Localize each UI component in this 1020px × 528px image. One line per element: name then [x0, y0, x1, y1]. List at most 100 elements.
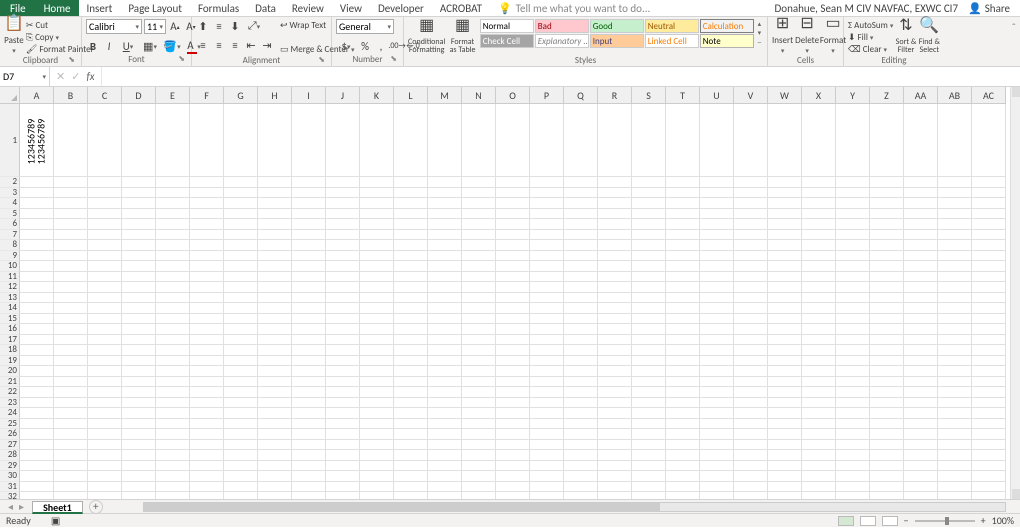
- cell[interactable]: [734, 408, 768, 419]
- style-calculation[interactable]: Calculation: [700, 19, 754, 33]
- cell[interactable]: [88, 429, 122, 440]
- cell[interactable]: [870, 198, 904, 209]
- column-header[interactable]: W: [768, 87, 802, 104]
- cell[interactable]: [394, 104, 428, 177]
- cell[interactable]: [768, 251, 802, 262]
- cell[interactable]: [972, 177, 1006, 188]
- cell[interactable]: [768, 408, 802, 419]
- cell[interactable]: [122, 272, 156, 283]
- cell[interactable]: [292, 482, 326, 493]
- cell[interactable]: [496, 450, 530, 461]
- cell[interactable]: [428, 408, 462, 419]
- tab-formulas[interactable]: Formulas: [190, 0, 247, 16]
- cell[interactable]: [394, 293, 428, 304]
- cell[interactable]: [598, 272, 632, 283]
- cell[interactable]: [54, 188, 88, 199]
- cell[interactable]: [292, 461, 326, 472]
- cell[interactable]: [428, 240, 462, 251]
- format-cells-button[interactable]: ▭ Format▾: [821, 19, 845, 55]
- cell[interactable]: [666, 209, 700, 220]
- cell[interactable]: [54, 440, 88, 451]
- align-middle-button[interactable]: ≡: [212, 19, 226, 33]
- cell[interactable]: [258, 104, 292, 177]
- cell[interactable]: [632, 314, 666, 325]
- cell[interactable]: [904, 209, 938, 220]
- decrease-indent-button[interactable]: ⇤: [244, 38, 258, 52]
- column-header[interactable]: V: [734, 87, 768, 104]
- cell[interactable]: [122, 251, 156, 262]
- cell[interactable]: [394, 398, 428, 409]
- cell[interactable]: [632, 345, 666, 356]
- cell[interactable]: [258, 492, 292, 499]
- cell[interactable]: [496, 272, 530, 283]
- cell[interactable]: [292, 471, 326, 482]
- cell[interactable]: [768, 398, 802, 409]
- cell[interactable]: [938, 251, 972, 262]
- cell[interactable]: [20, 251, 54, 262]
- percent-button[interactable]: %: [358, 39, 372, 53]
- cell[interactable]: [530, 188, 564, 199]
- cell[interactable]: [666, 450, 700, 461]
- cell[interactable]: [836, 450, 870, 461]
- cell[interactable]: [734, 104, 768, 177]
- cell[interactable]: [972, 282, 1006, 293]
- cell[interactable]: [224, 261, 258, 272]
- cell[interactable]: [190, 314, 224, 325]
- cell[interactable]: [224, 198, 258, 209]
- cell[interactable]: [156, 282, 190, 293]
- cell[interactable]: [700, 471, 734, 482]
- cell[interactable]: [88, 471, 122, 482]
- cell[interactable]: [768, 440, 802, 451]
- cell[interactable]: [768, 482, 802, 493]
- cell[interactable]: [224, 177, 258, 188]
- increase-decimal-button[interactable]: .00→: [390, 39, 404, 53]
- cell[interactable]: [632, 188, 666, 199]
- cell[interactable]: [632, 261, 666, 272]
- tab-home[interactable]: Home: [36, 0, 79, 16]
- cell[interactable]: [564, 177, 598, 188]
- cell[interactable]: [190, 387, 224, 398]
- cell[interactable]: [802, 188, 836, 199]
- cell[interactable]: [462, 104, 496, 177]
- cell[interactable]: [190, 461, 224, 472]
- cell[interactable]: [870, 492, 904, 499]
- cell[interactable]: [462, 198, 496, 209]
- cell[interactable]: [598, 377, 632, 388]
- cell[interactable]: [870, 335, 904, 346]
- cell[interactable]: [258, 335, 292, 346]
- cell[interactable]: [88, 282, 122, 293]
- cell[interactable]: [258, 345, 292, 356]
- cell[interactable]: [224, 303, 258, 314]
- cell[interactable]: [122, 492, 156, 499]
- cell[interactable]: [632, 272, 666, 283]
- cell[interactable]: [972, 293, 1006, 304]
- cell[interactable]: [224, 345, 258, 356]
- cell[interactable]: [530, 251, 564, 262]
- cell[interactable]: [530, 461, 564, 472]
- cell[interactable]: [802, 293, 836, 304]
- cell[interactable]: [122, 345, 156, 356]
- column-header[interactable]: X: [802, 87, 836, 104]
- cell[interactable]: [904, 324, 938, 335]
- cell[interactable]: [938, 482, 972, 493]
- cell[interactable]: [20, 387, 54, 398]
- cell[interactable]: [870, 261, 904, 272]
- cell[interactable]: [224, 219, 258, 230]
- cell[interactable]: [836, 209, 870, 220]
- cell[interactable]: [802, 198, 836, 209]
- cell[interactable]: [598, 450, 632, 461]
- cell[interactable]: [632, 324, 666, 335]
- conditional-formatting-button[interactable]: ▦ Conditional Formatting: [408, 19, 445, 55]
- cell[interactable]: [904, 471, 938, 482]
- cell[interactable]: [870, 209, 904, 220]
- cell[interactable]: [54, 450, 88, 461]
- cell[interactable]: [54, 293, 88, 304]
- cell[interactable]: [462, 251, 496, 262]
- cell[interactable]: [20, 240, 54, 251]
- cell[interactable]: [598, 356, 632, 367]
- cell[interactable]: [428, 419, 462, 430]
- cell[interactable]: [734, 429, 768, 440]
- cell[interactable]: [54, 492, 88, 499]
- cell[interactable]: [734, 345, 768, 356]
- cell[interactable]: [20, 293, 54, 304]
